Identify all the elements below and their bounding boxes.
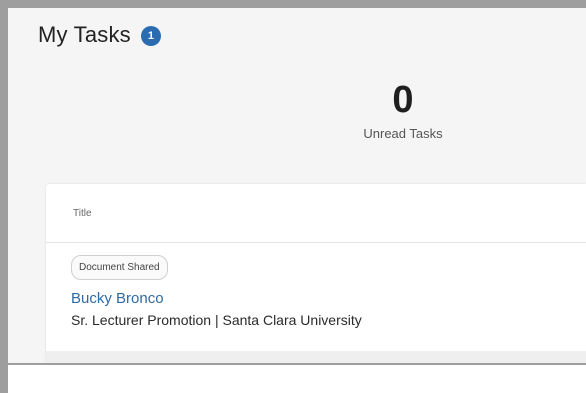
column-header-title[interactable]: Title bbox=[73, 208, 92, 219]
table-header: Title bbox=[46, 184, 586, 243]
table-row[interactable]: Document Shared Bucky Bronco Sr. Lecture… bbox=[46, 243, 586, 338]
task-name-link[interactable]: Bucky Bronco bbox=[71, 290, 586, 307]
unread-tasks-label: Unread Tasks bbox=[363, 126, 443, 141]
tasks-panel: My Tasks 1 0 Unread Tasks Title Document… bbox=[8, 8, 586, 365]
page-header: My Tasks 1 bbox=[38, 22, 161, 48]
page-title: My Tasks bbox=[38, 22, 131, 47]
task-count-badge: 1 bbox=[140, 26, 161, 46]
task-subtitle: Sr. Lecturer Promotion | Santa Clara Uni… bbox=[71, 312, 362, 328]
task-type-tag: Document Shared bbox=[71, 255, 168, 280]
table-footer-area bbox=[46, 351, 586, 363]
unread-tasks-stat: 0 Unread Tasks bbox=[338, 78, 468, 141]
unread-tasks-count: 0 bbox=[392, 79, 414, 121]
tasks-table: Title Document Shared Bucky Bronco Sr. L… bbox=[46, 184, 586, 363]
